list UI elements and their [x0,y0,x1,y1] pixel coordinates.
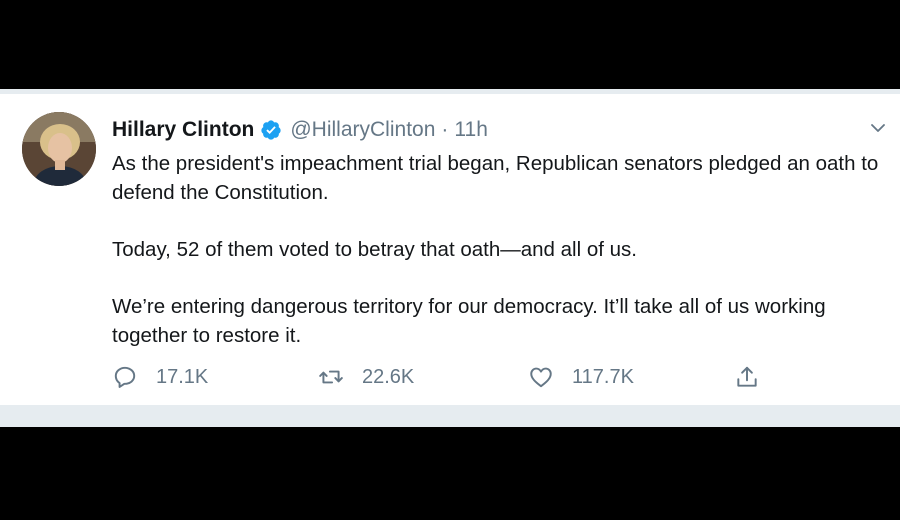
author-handle[interactable]: @HillaryClinton [290,118,435,142]
separator-dot: · [441,118,449,141]
tweet-timestamp[interactable]: 11h [454,118,487,142]
avatar[interactable] [22,112,96,186]
heart-icon [528,364,554,390]
chevron-down-icon[interactable] [868,118,888,138]
like-button[interactable]: 117.7K [528,364,634,390]
tweet-header: Hillary Clinton @HillaryClinton · 11h [112,116,488,144]
reply-bubble-icon [112,364,138,390]
tweet-paragraph: Today, 52 of them voted to betray that o… [112,238,637,261]
share-icon [734,364,760,390]
retweet-count: 22.6K [362,365,415,388]
tweet-actions: 17.1K 22.6K 117.7K [112,364,772,396]
reply-count: 17.1K [156,365,209,388]
verified-badge-icon [260,119,282,141]
tweet-text: As the president's impeachment trial beg… [112,149,892,350]
tweet-paragraph: We’re entering dangerous territory for o… [112,295,826,347]
retweet-button[interactable]: 22.6K [318,364,414,390]
tweet-paragraph: As the president's impeachment trial beg… [112,152,879,204]
tweet-card[interactable]: Hillary Clinton @HillaryClinton · 11h As… [0,89,900,410]
share-button[interactable] [734,364,760,390]
feed-divider [0,405,900,427]
video-frame: Hillary Clinton @HillaryClinton · 11h As… [0,0,900,520]
like-count: 117.7K [572,365,634,388]
author-name[interactable]: Hillary Clinton [112,118,254,142]
avatar-image [22,112,96,186]
retweet-icon [318,364,344,390]
reply-button[interactable]: 17.1K [112,364,208,390]
